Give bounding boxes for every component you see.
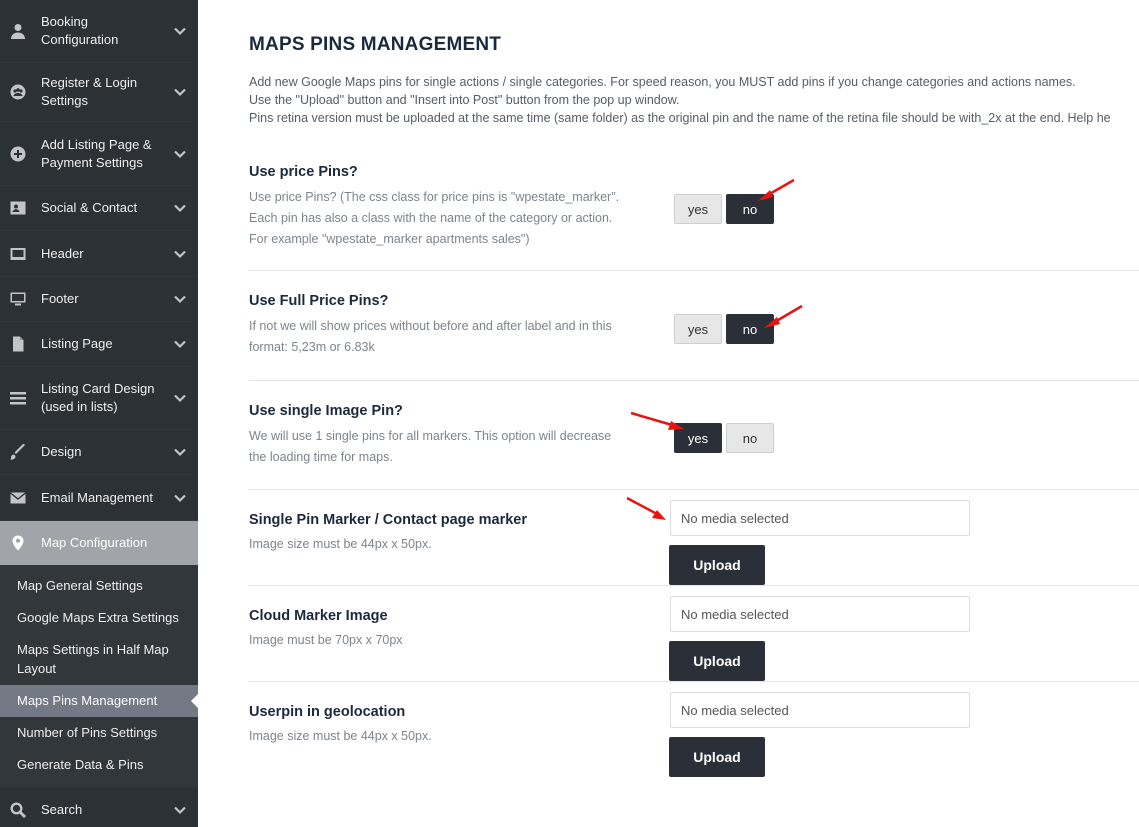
chevron-down-icon bbox=[173, 201, 187, 215]
intro-line: Pins retina version must be uploaded at … bbox=[249, 111, 1111, 125]
sidebar-item-label: Search bbox=[41, 801, 83, 817]
annotation-arrow-icon bbox=[630, 411, 684, 430]
chevron-down-icon bbox=[173, 292, 187, 306]
option-title: Use single Image Pin? bbox=[249, 403, 403, 419]
settings-panel: MAPS PINS MANAGEMENT Add new Google Maps… bbox=[198, 0, 1139, 827]
sidebar-item-label: Register & Login Settings bbox=[41, 75, 138, 108]
submenu-map-general-settings[interactable]: Map General Settings bbox=[0, 570, 198, 602]
monitor-icon bbox=[10, 291, 26, 307]
price-pins-yes-button[interactable]: yes bbox=[674, 194, 722, 224]
submenu-maps-settings-half-map[interactable]: Maps Settings in Half Map Layout bbox=[0, 634, 198, 685]
single-pin-marker-upload-button[interactable]: Upload bbox=[669, 545, 765, 585]
plus-circle-icon bbox=[10, 146, 26, 162]
sidebar-item-label: Listing Page bbox=[41, 336, 113, 351]
chevron-down-icon bbox=[173, 491, 187, 505]
option-description-line: For example "wpestate_marker apartments … bbox=[249, 232, 530, 246]
chevron-down-icon bbox=[173, 147, 187, 161]
sidebar-item-register-login[interactable]: Register & Login Settings bbox=[0, 63, 198, 122]
submenu-generate-data-pins[interactable]: Generate Data & Pins bbox=[0, 749, 198, 781]
document-icon bbox=[10, 336, 26, 352]
chevron-down-icon bbox=[173, 337, 187, 351]
page-title: MAPS PINS MANAGEMENT bbox=[249, 34, 502, 55]
sidebar-item-label: Add Listing Page & Payment Settings bbox=[41, 136, 152, 170]
section-divider bbox=[249, 489, 1139, 490]
sidebar-item-social-contact[interactable]: Social & Contact bbox=[0, 186, 198, 231]
chevron-down-icon bbox=[173, 85, 187, 99]
window-icon bbox=[10, 246, 26, 262]
option-title: Use price Pins? bbox=[249, 164, 358, 180]
intro-line: Add new Google Maps pins for single acti… bbox=[249, 75, 1076, 89]
sidebar-item-listing-page[interactable]: Listing Page bbox=[0, 322, 198, 367]
map-pin-icon bbox=[10, 535, 26, 551]
chevron-down-icon bbox=[173, 247, 187, 261]
sidebar-item-label: Design bbox=[41, 444, 82, 459]
full-price-pins-toggle: yes no bbox=[674, 314, 774, 344]
submenu-maps-pins-management[interactable]: Maps Pins Management bbox=[0, 685, 198, 717]
sidebar-item-email-management[interactable]: Email Management bbox=[0, 475, 198, 521]
sidebar-item-listing-card-design[interactable]: Listing Card Design (used in lists) bbox=[0, 367, 198, 430]
submenu-google-maps-extra-settings[interactable]: Google Maps Extra Settings bbox=[0, 602, 198, 634]
sidebar-item-label: Social & Contact bbox=[41, 200, 138, 215]
intro-line: Use the "Upload" button and "Insert into… bbox=[249, 93, 680, 107]
sidebar-item-footer[interactable]: Footer bbox=[0, 277, 198, 322]
annotation-arrow-icon bbox=[626, 496, 666, 520]
single-image-pin-no-button[interactable]: no bbox=[726, 423, 774, 453]
section-divider bbox=[249, 585, 1139, 586]
chevron-down-icon bbox=[173, 803, 187, 817]
sidebar-item-label: Email Management bbox=[41, 489, 153, 505]
sidebar-item-design[interactable]: Design bbox=[0, 430, 198, 475]
sidebar-item-booking-configuration[interactable]: Booking Configuration bbox=[0, 0, 198, 63]
users-icon bbox=[10, 84, 26, 100]
full-price-pins-yes-button[interactable]: yes bbox=[674, 314, 722, 344]
section-divider bbox=[249, 681, 1139, 682]
contact-card-icon bbox=[10, 200, 26, 216]
map-configuration-submenu: Map General Settings Google Maps Extra S… bbox=[0, 566, 198, 787]
chevron-down-icon bbox=[173, 445, 187, 459]
sidebar-item-header[interactable]: Header bbox=[0, 231, 198, 277]
userpin-upload-button[interactable]: Upload bbox=[669, 737, 765, 777]
sidebar-item-label: Footer bbox=[41, 291, 79, 306]
search-icon bbox=[10, 801, 26, 818]
annotation-arrow-icon bbox=[764, 304, 803, 328]
userpin-media-field[interactable]: No media selected bbox=[670, 692, 970, 728]
cloud-marker-upload-button[interactable]: Upload bbox=[669, 641, 765, 681]
single-image-pin-toggle: yes no bbox=[674, 423, 774, 453]
section-divider bbox=[249, 270, 1139, 271]
sidebar-item-map-configuration[interactable]: Map Configuration bbox=[0, 521, 198, 566]
brush-icon bbox=[10, 444, 26, 460]
chevron-down-icon bbox=[173, 24, 187, 38]
single-pin-marker-media-field[interactable]: No media selected bbox=[670, 500, 970, 536]
sidebar-item-label: Listing Card Design (used in lists) bbox=[41, 381, 155, 414]
sidebar-item-add-listing-page[interactable]: Add Listing Page & Payment Settings bbox=[0, 122, 198, 186]
sidebar-item-label: Header bbox=[41, 245, 84, 261]
sidebar-item-label: Map Configuration bbox=[41, 535, 148, 550]
list-icon bbox=[10, 390, 26, 406]
sidebar-item-label: Booking Configuration bbox=[41, 14, 119, 47]
annotation-arrow-icon bbox=[758, 178, 795, 201]
section-divider bbox=[249, 380, 1139, 381]
option-title: Use Full Price Pins? bbox=[249, 293, 389, 309]
submenu-number-of-pins-settings[interactable]: Number of Pins Settings bbox=[0, 717, 198, 749]
intro-text: Add new Google Maps pins for single acti… bbox=[249, 73, 1111, 127]
admin-sidebar: Booking Configuration Register & Login S… bbox=[0, 0, 198, 827]
user-icon bbox=[10, 23, 26, 39]
sidebar-item-search[interactable]: Search bbox=[0, 787, 198, 827]
cloud-marker-media-field[interactable]: No media selected bbox=[670, 596, 970, 632]
chevron-down-icon bbox=[173, 391, 187, 405]
envelope-icon bbox=[10, 490, 26, 506]
